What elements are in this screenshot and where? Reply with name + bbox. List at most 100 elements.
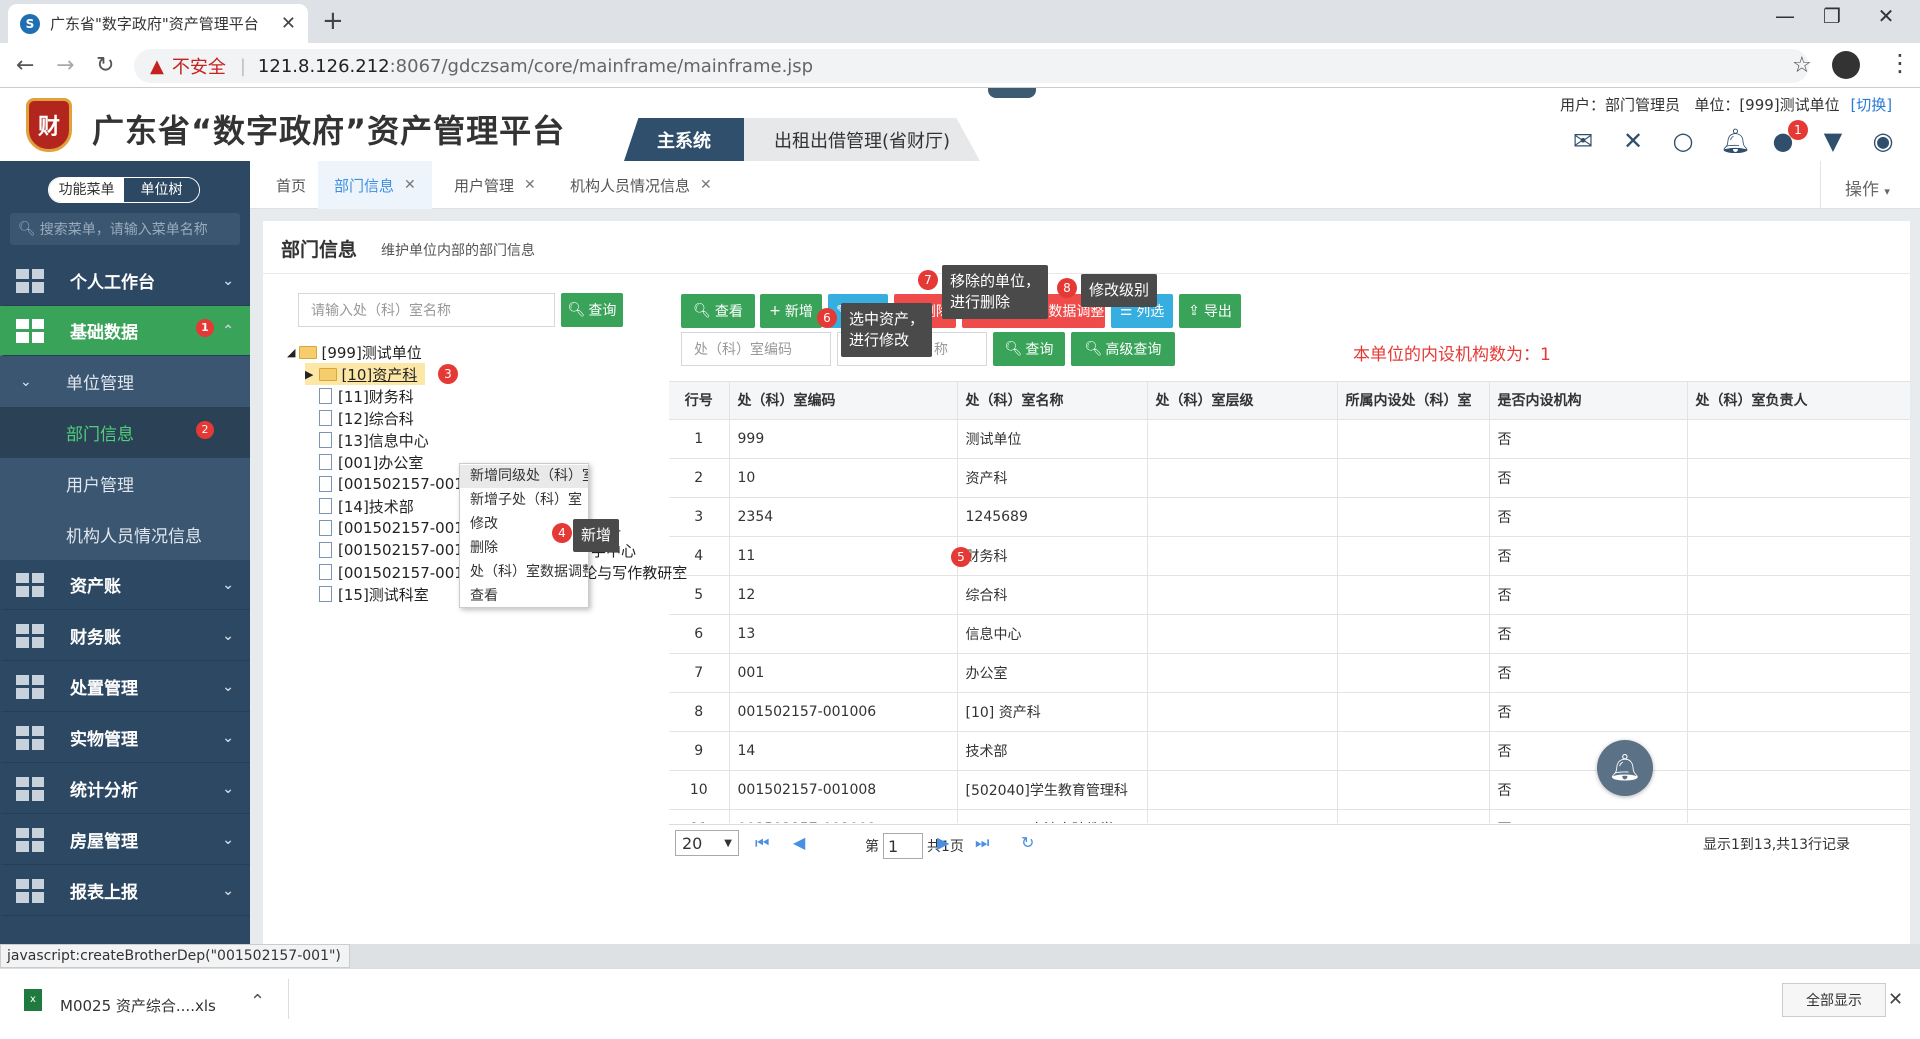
close-tab-icon[interactable]: ✕ [281,13,296,34]
sidebar-item-physical[interactable]: 实物管理 ⌄ [0,713,250,763]
table-row[interactable]: 10 001502157-001008 [502040]学生教育管理科 否 [669,770,1910,810]
table-row[interactable]: 8 001502157-001006 [10] 资产科 否 [669,692,1910,732]
minimize-icon[interactable]: — [1765,4,1805,28]
sidebar-item-statistics[interactable]: 统计分析 ⌄ [0,764,250,814]
new-tab-icon[interactable]: + [322,6,344,36]
table-row[interactable]: 3 2354 1245689 否 [669,497,1910,537]
toggle-function-menu[interactable]: 功能菜单 [49,178,124,202]
reload-icon[interactable]: ↻ [96,53,114,78]
tree-search-input[interactable]: 请输入处（科）室名称 [298,293,555,327]
menu-item-adjust[interactable]: 处（科）室数据调整 [460,561,588,584]
table-header-cell[interactable]: 处（科）室编码 [729,382,958,420]
tree-node[interactable]: [001]办公室 [319,451,423,473]
code-query-input[interactable]: 处（科）室编码 [681,332,831,366]
menu-item-add-child[interactable]: 新增子处（科）室 [460,489,588,512]
bell-icon[interactable]: 🔔︎ [1720,128,1750,154]
advanced-query-button[interactable]: 🔍︎ 高级查询 [1071,332,1175,366]
page-size-select[interactable]: 20 ▼ [675,830,739,856]
next-page-icon[interactable]: ▶ [937,833,949,852]
table-header-cell[interactable]: 是否内设机构 [1489,382,1688,420]
sidebar-item-asset-ledger[interactable]: 资产账 ⌄ [0,560,250,610]
refresh-icon[interactable]: ↻ [1021,833,1034,852]
tree-query-button[interactable]: 🔍︎ 查询 [561,293,623,327]
table-header-cell[interactable]: 所属内设处（科）室 [1337,382,1490,420]
sidebar-item-disposal[interactable]: 处置管理 ⌄ [0,662,250,712]
sidebar-sub-unit-management[interactable]: ⌄ 单位管理 [0,356,250,407]
table-header-cell[interactable]: 处（科）室层级 [1147,382,1338,420]
add-button[interactable]: + 新增 [760,294,822,328]
close-window-icon[interactable]: ✕ [1866,4,1906,28]
bookmark-star-icon[interactable]: ☆ [1792,53,1812,78]
back-icon[interactable]: ← [16,53,34,78]
menu-item-view[interactable]: 查看 [460,585,588,608]
maximize-icon[interactable]: ❐ [1812,4,1852,28]
view-button[interactable]: 🔍︎ 查看 [681,294,755,328]
last-page-icon[interactable]: ⏭︎ [975,833,989,853]
tab-staff-info[interactable]: 机构人员情况信息 ✕ [558,161,724,209]
sidebar-sub-department-info[interactable]: 部门信息 2 [0,407,250,458]
show-all-downloads-button[interactable]: 全部显示 [1782,983,1886,1017]
tree-node[interactable]: [12]综合科 [319,407,414,429]
menu-item-add-sibling[interactable]: 新增同级处（科）室 [460,465,588,488]
table-row[interactable]: 1 999 测试单位 否 [669,419,1910,459]
table-row[interactable]: 2 10 资产科 否 [669,458,1910,498]
table-row[interactable]: 4 11 财务科 否 [669,536,1910,576]
system-tab-main[interactable]: 主系统 [624,118,744,161]
user-icon[interactable]: ◉ [1870,128,1896,154]
tools-icon[interactable]: ✕ [1620,128,1646,154]
forward-icon[interactable]: → [56,53,74,78]
header-collapse-handle[interactable] [988,88,1036,98]
prev-page-icon[interactable]: ◀ [793,833,805,852]
chevron-up-icon[interactable]: ⌃ [250,991,265,1012]
tree-node[interactable]: [14]技术部 [319,495,414,517]
sidebar-item-report[interactable]: 报表上报 ⌄ [0,866,250,916]
help-bell-icon[interactable]: 🔔︎ [1597,740,1653,796]
tab-user-management[interactable]: 用户管理 ✕ [442,161,548,209]
table-row[interactable]: 9 14 技术部 否 [669,731,1910,771]
tree-node[interactable]: [15]测试科室 [319,583,429,605]
table-row[interactable]: 6 13 信息中心 否 [669,614,1910,654]
tree-root-node[interactable]: ◢ [999]测试单位 [287,341,422,363]
menu-search-input[interactable]: 🔍︎ 搜索菜单，请输入菜单名称 [10,213,240,245]
close-tab-icon[interactable]: ✕ [404,177,416,193]
table-row[interactable]: 5 12 综合科 否 [669,575,1910,615]
close-download-bar-icon[interactable]: ✕ [1888,989,1903,1010]
browser-menu-icon[interactable]: ⋮ [1888,49,1912,77]
profile-avatar-icon[interactable] [1832,51,1860,79]
switch-unit-link[interactable]: [切换] [1850,96,1892,114]
search-icon[interactable]: ○ [1670,128,1696,154]
tab-home[interactable]: 首页 [268,161,314,209]
tree-node-selected[interactable]: ▶ [10]资产科 [305,363,426,385]
chevron-down-icon: ⌄ [222,882,234,899]
table-row[interactable]: 11001502157-001009[716025]文法实验教学... 否 [669,809,1910,823]
url-bar[interactable]: ▲ 不安全 | 121.8.126.212 :8067/gdczsam/core… [134,49,1809,83]
sidebar-item-housing[interactable]: 房屋管理 ⌄ [0,815,250,865]
mail-icon[interactable]: ✉ [1570,128,1596,154]
export-button[interactable]: ⇪ 导出 [1179,294,1241,328]
table-row[interactable]: 7 001 办公室 否 [669,653,1910,693]
tab-department-info[interactable]: 部门信息 ✕ [318,161,432,209]
download-file-name[interactable]: M0025 资产综合....xls [60,995,216,1016]
query-button[interactable]: 🔍︎ 查询 [993,332,1065,366]
page-number-input[interactable]: 1 [883,833,923,859]
tree-node[interactable]: [13]信息中心 [319,429,429,451]
first-page-icon[interactable]: ⏮︎ [755,833,769,853]
sidebar-sub-staff-info[interactable]: 机构人员情况信息 [0,509,250,560]
table-cell: 否 [1489,653,1688,693]
sidebar-item-basic-data[interactable]: 基础数据 1 ⌃ [0,306,250,356]
sidebar-item-workbench[interactable]: 个人工作台 ⌄ [0,256,250,306]
sidebar-sub-user-management[interactable]: 用户管理 [0,458,250,509]
sidebar-item-finance-ledger[interactable]: 财务账 ⌄ [0,611,250,661]
shirt-icon[interactable]: ▼ [1820,128,1846,154]
menu-item-delete[interactable]: 删除 [460,537,588,560]
browser-tab[interactable]: S 广东省"数字政府"资产管理平台 ✕ [8,4,308,43]
operate-menu[interactable]: 操作 ▾ [1845,175,1890,200]
table-header-cell[interactable]: 处（科）室负责人 [1687,382,1910,420]
close-tab-icon[interactable]: ✕ [524,177,536,193]
table-header-cell[interactable]: 行号 [669,382,730,420]
system-tab-rent[interactable]: 出租出借管理(省财厅) [744,118,980,161]
table-header-cell[interactable]: 处（科）室名称 [957,382,1148,420]
toggle-unit-tree[interactable]: 单位树 [124,178,199,202]
tree-node[interactable]: [11]财务科 [319,385,414,407]
close-tab-icon[interactable]: ✕ [700,177,712,193]
